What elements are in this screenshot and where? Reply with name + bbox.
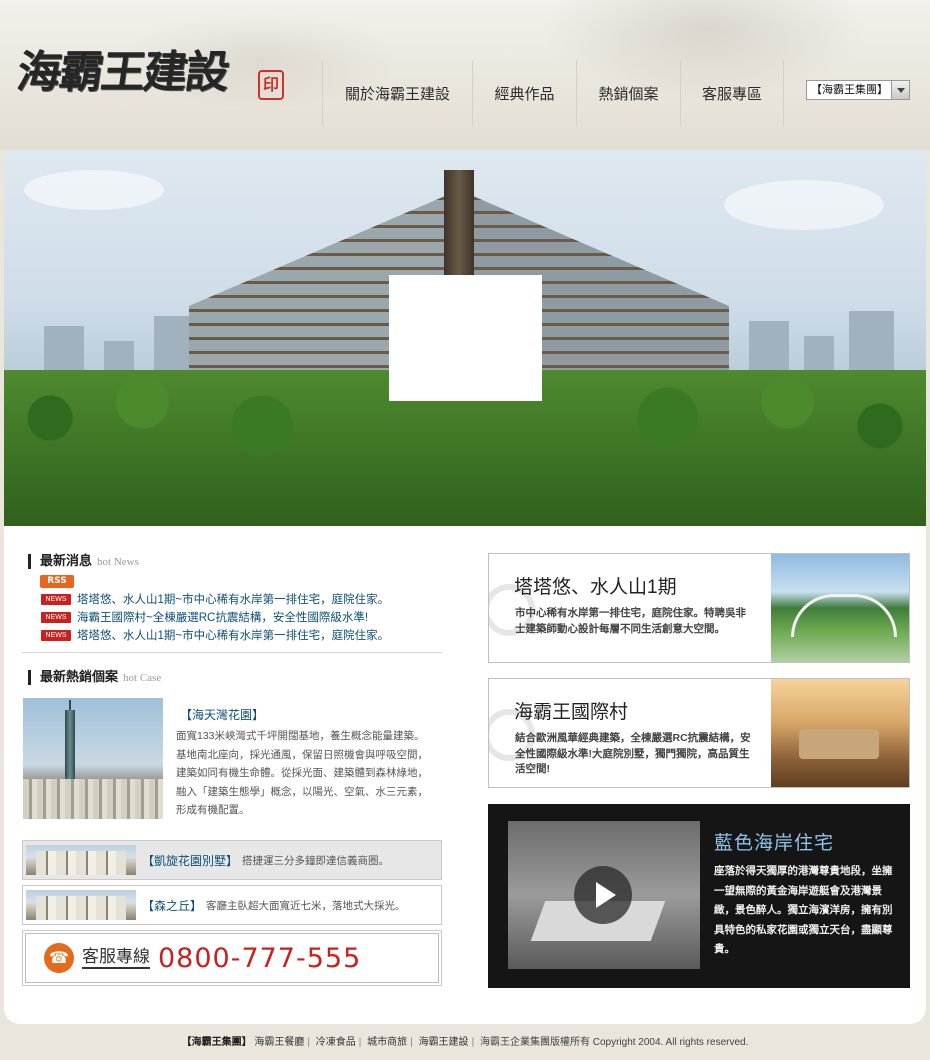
logo-seal-icon: 印 [258, 70, 284, 100]
play-icon[interactable] [574, 866, 632, 924]
news-item[interactable]: NEWS 塔塔悠、水人山1期~市中心稀有水岸第一排住宅，庭院住家。 [41, 590, 461, 608]
group-select[interactable]: 【海霸王集團】 [806, 80, 910, 100]
footer-brand: 【海霸王集團】 [181, 1037, 252, 1048]
nav-about[interactable]: 關於海霸王建設 [322, 60, 472, 126]
footer-link[interactable]: 冷凍食品 [316, 1037, 356, 1048]
news-list: NEWS 塔塔悠、水人山1期~市中心稀有水岸第一排住宅，庭院住家。 NEWS 海… [41, 590, 461, 644]
case-thumbnail [26, 890, 136, 920]
hero-banner [4, 150, 926, 526]
promo-image [771, 554, 909, 662]
phone-icon: ☎ [44, 943, 74, 973]
footer: 【海霸王集團】 海霸王餐廳 | 冷凍食品 | 城市商旅 | 海霸王建設 | 海霸王企業集… [181, 1037, 749, 1048]
featured-case-desc: 面寬133米峽灣式千坪開闊基地，養生概念能量建築。基地南北座向，採光通風，保留日… [176, 730, 428, 816]
footer-link[interactable]: 城市商旅 [367, 1037, 407, 1048]
promo-card[interactable]: 塔塔悠、水人山1期 市中心稀有水岸第一排住宅，庭院住家。特聘吳非士建築師動心設計… [488, 553, 910, 663]
logo[interactable]: 海霸王建設 印 [14, 30, 318, 120]
case-thumbnail [26, 845, 136, 875]
chevron-down-icon[interactable] [891, 81, 909, 99]
main-nav: 關於海霸王建設 經典作品 熱銷個案 客服專區 [322, 60, 784, 126]
nav-customer-service[interactable]: 客服專區 [680, 60, 784, 126]
news-section-title: 最新消息 hot News [28, 554, 139, 569]
hotline-label: 客服專線 [82, 947, 150, 969]
news-badge-icon: NEWS [41, 611, 71, 623]
case-item[interactable]: 【森之丘】 客廳主臥超大面寬近七米，落地式大採光。 [22, 885, 442, 925]
footer-link[interactable]: 海霸王餐廳 [254, 1037, 304, 1048]
news-item[interactable]: NEWS 海霸王國際村~全棟嚴選RC抗震結構，安全性國際級水準! [41, 608, 461, 626]
hero-blank-panel [389, 275, 542, 401]
copyright: 海霸王企業集團版權所有 Copyright 2004. All rights r… [479, 1037, 749, 1048]
promo-image [771, 679, 909, 787]
video-thumbnail[interactable] [508, 821, 700, 969]
nav-hot-sales[interactable]: 熱銷個案 [576, 60, 680, 126]
rss-icon[interactable]: RSS [40, 575, 74, 588]
featured-case-title[interactable]: 【海天灣花園】 [180, 706, 264, 723]
divider [22, 652, 442, 653]
nav-classic-works[interactable]: 經典作品 [472, 60, 576, 126]
main-content: 最新消息 hot News RSS NEWS 塔塔悠、水人山1期~市中心稀有水岸第… [4, 526, 926, 1024]
hot-case-section-title: 最新熱銷個案 hot Case [28, 670, 161, 685]
hotline-box: ☎ 客服專線 0800-777-555 [22, 930, 442, 986]
news-badge-icon: NEWS [41, 629, 71, 641]
video-title: 藍色海岸住宅 [714, 833, 835, 854]
news-item[interactable]: NEWS 塔塔悠、水人山1期~市中心稀有水岸第一排住宅，庭院住家。 [41, 626, 461, 644]
group-select-value: 【海霸王集團】 [811, 84, 888, 96]
video-card: 藍色海岸住宅 座落於得天獨厚的港灣尊貴地段，坐擁一望無際的黃金海岸遊艇會及港灣景… [488, 804, 910, 988]
promo-card[interactable]: 海霸王國際村 結合歐洲風華經典建築，全棟嚴選RC抗震結構，安全性國際級水準!大庭… [488, 678, 910, 788]
logo-text: 海霸王建設 [13, 47, 231, 98]
header: 海霸王建設 印 關於海霸王建設 經典作品 熱銷個案 客服專區 【海霸王集團】 [0, 0, 930, 150]
featured-case-photo[interactable] [23, 698, 163, 819]
video-desc: 座落於得天獨厚的港灣尊貴地段，坐擁一望無際的黃金海岸遊艇會及港灣景緻，景色醉人。… [714, 865, 893, 955]
footer-link[interactable]: 海霸王建設 [419, 1037, 469, 1048]
hotline-number[interactable]: 0800-777-555 [158, 943, 361, 974]
case-item[interactable]: 【凱旋花園別墅】 搭捷運三分多鐘即達信義商圈。 [22, 840, 442, 880]
news-badge-icon: NEWS [41, 593, 71, 605]
